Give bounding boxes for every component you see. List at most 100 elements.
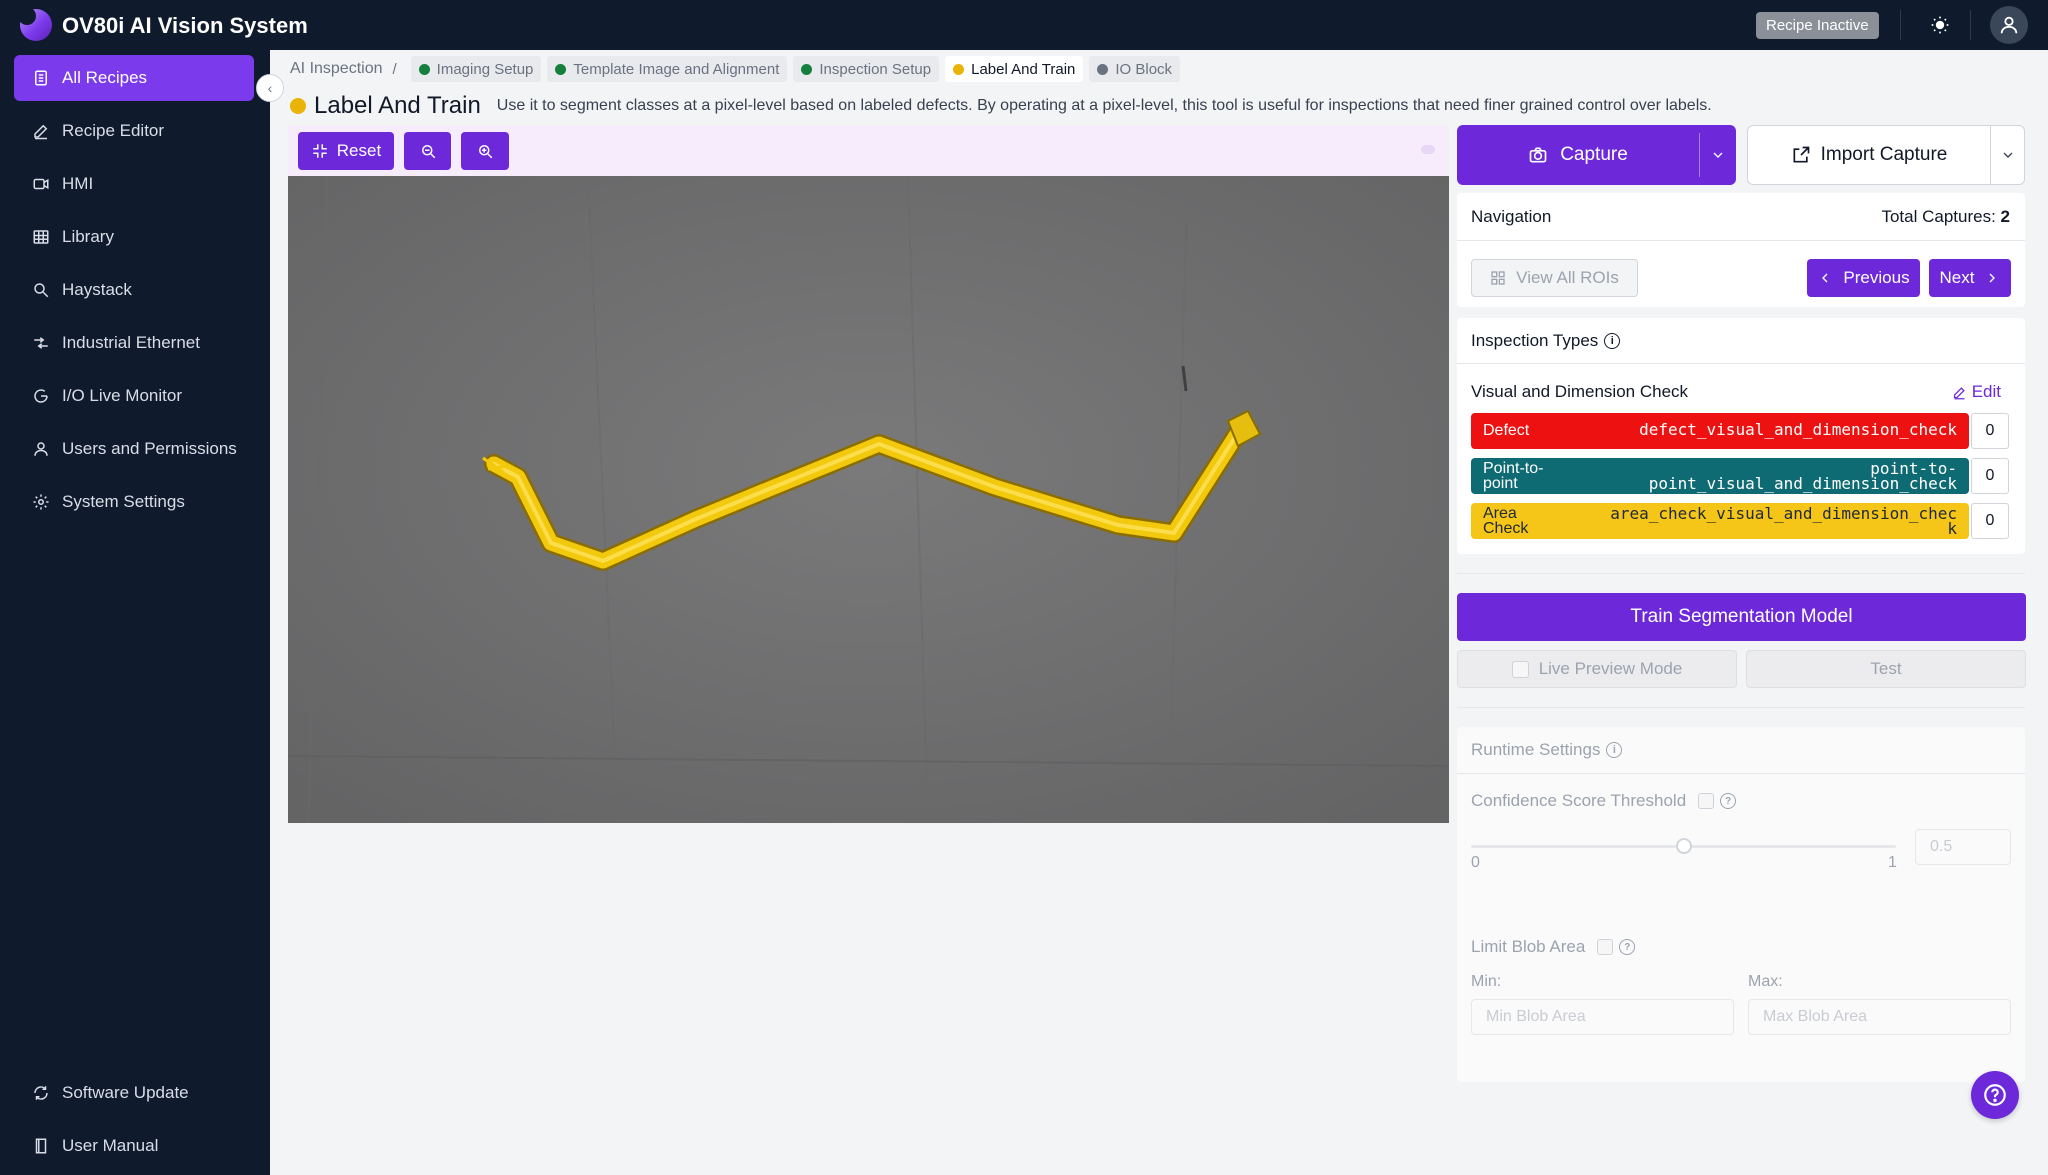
divider — [1457, 573, 2025, 574]
reset-label: Reset — [336, 141, 382, 160]
sidebar-item-haystack[interactable]: Haystack — [14, 267, 254, 313]
previous-button[interactable]: Previous — [1807, 259, 1920, 297]
user-menu-button[interactable] — [1990, 6, 2028, 44]
live-preview-checkbox[interactable] — [1511, 660, 1529, 678]
sidebar-item-label: Software Update — [62, 1083, 189, 1102]
canvas-toolbar: Reset — [288, 125, 1449, 176]
zoom-out-icon — [421, 145, 435, 159]
status-dot — [953, 63, 965, 75]
test-button[interactable]: Test — [1746, 650, 2026, 688]
divider — [1970, 10, 1971, 40]
status-dot — [1097, 63, 1109, 75]
confidence-threshold-checkbox[interactable] — [1698, 793, 1715, 809]
sidebar-item-recipe-editor[interactable]: Recipe Editor — [14, 108, 254, 154]
help-button[interactable] — [1971, 1071, 2019, 1119]
help-icon[interactable]: ? — [1720, 793, 1737, 809]
recipe-status-badge: Recipe Inactive — [1756, 12, 1879, 39]
refresh-icon — [34, 1086, 48, 1100]
breadcrumb-step-io-block[interactable]: IO Block — [1089, 56, 1181, 82]
breadcrumb-step-inspection-setup[interactable]: Inspection Setup — [793, 56, 940, 82]
page-title: Label And Train — [314, 92, 481, 119]
info-icon[interactable]: i — [1604, 333, 1621, 349]
sidebar: All Recipes Recipe Editor HMI Library Ha… — [0, 50, 270, 1175]
min-blob-area-input[interactable]: Min Blob Area — [1471, 999, 1734, 1035]
top-bar: OV80i AI Vision System Recipe Inactive — [0, 0, 2048, 50]
slider-min-label: 0 — [1471, 854, 1480, 871]
breadcrumb-step-template-image[interactable]: Template Image and Alignment — [547, 56, 788, 82]
confidence-threshold-row: Confidence Score Threshold ? — [1471, 791, 1737, 811]
sidebar-item-io-live-monitor[interactable]: I/O Live Monitor — [14, 373, 254, 419]
sidebar-item-label: Recipe Editor — [62, 121, 165, 140]
next-label: Next — [1939, 268, 1975, 287]
sidebar-item-label: Industrial Ethernet — [62, 333, 200, 352]
user-icon — [34, 442, 48, 456]
sidebar-item-hmi[interactable]: HMI — [14, 161, 254, 207]
divider — [1900, 10, 1901, 40]
breadcrumb-root[interactable]: AI Inspection — [290, 60, 383, 78]
confidence-value-input[interactable]: 0.5 — [1915, 829, 2011, 865]
captured-wire-image — [288, 176, 1449, 823]
sidebar-collapse-button[interactable]: ‹ — [256, 74, 284, 102]
breadcrumb-step-label-and-train[interactable]: Label And Train — [945, 56, 1084, 82]
sidebar-item-all-recipes[interactable]: All Recipes — [14, 55, 254, 101]
import-capture-main-button[interactable]: Import Capture — [1748, 126, 1990, 184]
total-captures-label: Total Captures: — [1881, 207, 1996, 226]
sidebar-item-software-update[interactable]: Software Update — [14, 1070, 254, 1116]
min-label: Min: — [1471, 973, 1502, 990]
status-dot — [801, 63, 813, 75]
inspection-types-panel: Inspection Types i Visual and Dimension … — [1457, 318, 2025, 554]
sidebar-item-label: User Manual — [62, 1136, 159, 1155]
class-count: 0 — [1971, 413, 2009, 449]
sidebar-item-label: All Recipes — [62, 68, 148, 87]
search-icon — [34, 283, 49, 298]
navigation-panel: Navigation Total Captures: 2 View All RO… — [1457, 193, 2025, 307]
class-row-area-check[interactable]: Area Check area_check_visual_and_dimensi… — [1471, 503, 2009, 539]
breadcrumb-step-label: Label And Train — [971, 60, 1076, 78]
confidence-slider-thumb[interactable] — [1675, 838, 1692, 854]
total-captures-value: 2 — [2000, 207, 2010, 226]
next-button[interactable]: Next — [1929, 259, 2011, 297]
help-icon[interactable]: ? — [1619, 939, 1636, 955]
navigation-heading: Navigation — [1471, 207, 1552, 226]
limit-blob-area-checkbox[interactable] — [1597, 939, 1614, 955]
view-all-rois-button[interactable]: View All ROIs — [1471, 259, 1638, 297]
capture-image-canvas[interactable] — [288, 176, 1449, 823]
zoom-out-button[interactable] — [404, 132, 451, 170]
sidebar-item-library[interactable]: Library — [14, 214, 254, 260]
capture-dropdown-button[interactable] — [1700, 125, 1736, 185]
capture-main-button[interactable]: Capture — [1457, 125, 1699, 185]
camera-icon — [1529, 147, 1547, 163]
sidebar-item-label: Haystack — [62, 280, 132, 299]
inspection-types-header: Inspection Types i — [1471, 331, 1621, 351]
breadcrumb-step-label: IO Block — [1115, 60, 1173, 78]
capture-button[interactable]: Capture — [1457, 125, 1736, 185]
reset-button[interactable]: Reset — [298, 132, 394, 170]
sidebar-item-user-manual[interactable]: User Manual — [14, 1123, 254, 1169]
book-icon — [35, 1138, 47, 1154]
runtime-settings-header: Runtime Settings i — [1471, 740, 1623, 760]
train-segmentation-model-button[interactable]: Train Segmentation Model — [1457, 593, 2026, 641]
sidebar-item-label: I/O Live Monitor — [62, 386, 182, 405]
confidence-threshold-label: Confidence Score Threshold — [1471, 791, 1687, 810]
import-dropdown-button[interactable] — [1991, 126, 2025, 184]
max-blob-area-input[interactable]: Max Blob Area — [1748, 999, 2011, 1035]
ethernet-icon — [34, 337, 48, 349]
breadcrumb-step-label: Template Image and Alignment — [573, 60, 780, 78]
class-row-point-to-point[interactable]: Point-to- point point-to- point_visual_a… — [1471, 458, 2009, 494]
zoom-in-button[interactable] — [461, 132, 509, 170]
sidebar-item-system-settings[interactable]: System Settings — [14, 479, 254, 525]
class-row-defect[interactable]: Defect defect_visual_and_dimension_check… — [1471, 413, 2009, 449]
breadcrumb-step-imaging-setup[interactable]: Imaging Setup — [410, 56, 542, 82]
theme-toggle-button[interactable] — [1925, 10, 1955, 40]
sidebar-item-users-and-permissions[interactable]: Users and Permissions — [14, 426, 254, 472]
divider — [1457, 240, 2025, 241]
sidebar-item-industrial-ethernet[interactable]: Industrial Ethernet — [14, 320, 254, 366]
divider — [1457, 363, 2025, 364]
monitor-icon — [34, 389, 48, 403]
info-icon[interactable]: i — [1606, 742, 1623, 758]
import-capture-button[interactable]: Import Capture — [1747, 125, 2025, 185]
live-preview-mode-toggle[interactable]: Live Preview Mode — [1457, 650, 1737, 688]
status-dot — [418, 63, 430, 75]
edit-button[interactable]: Edit — [1952, 382, 2001, 402]
class-id: point-to- point_visual_and_dimension_che… — [1648, 459, 1957, 493]
